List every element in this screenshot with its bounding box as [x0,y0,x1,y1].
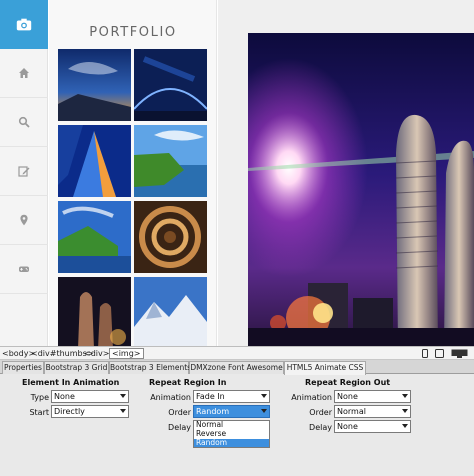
rail-button-edit[interactable] [0,147,48,196]
element-in-start-value: Directly [54,407,85,416]
chevron-down-icon [261,394,267,398]
repeat-out-animation-select[interactable]: None [334,390,411,403]
section-title-repeat-out: Repeat Region Out [305,378,391,387]
repeat-out-delay-label: Delay [309,423,332,432]
thumbnail-spiral-stairs[interactable] [134,201,207,273]
edit-icon [18,166,30,177]
rail-button-camera[interactable] [0,0,48,49]
mobile-view-icon[interactable] [422,349,428,358]
rail-button-home[interactable] [0,49,48,98]
thumbnail-island-sky[interactable] [58,201,131,273]
portfolio-column: PORTFOLIO [49,0,217,346]
chevron-down-icon [402,394,408,398]
repeat-out-animation-label: Animation [291,393,332,402]
section-title-element-in: Element In Animation [22,378,120,387]
chevron-down-icon [120,394,126,398]
repeat-out-delay-value: None [337,422,358,431]
tab-dmxzone-font-awesome[interactable]: DMXzone Font Awesome [189,361,284,374]
thumbnail-coast-sunset[interactable] [58,49,131,121]
desktop-view-icon[interactable] [451,349,468,358]
tab-html5-animate-css[interactable]: HTML5 Animate CSS [284,361,366,375]
thumbnail-glass-tower[interactable] [58,125,131,197]
chevron-down-icon [120,409,126,413]
gamepad-icon [19,266,29,272]
repeat-out-delay-select[interactable]: None [334,420,411,433]
repeat-in-animation-value: Fade In [196,392,225,401]
start-label: Start [29,408,49,417]
camera-icon [16,18,32,30]
thumbnail-towers-night[interactable] [58,277,131,346]
search-icon [18,116,30,128]
tablet-view-icon[interactable] [435,349,444,358]
home-icon [19,68,29,78]
icon-rail [0,0,48,346]
design-view: PORTFOLIO [0,0,474,346]
repeat-in-animation-select[interactable]: Fade In [193,390,270,403]
rail-button-blank [0,294,48,343]
repeat-in-order-value: Random [196,407,230,416]
repeat-in-delay-label: Delay [168,423,191,432]
rail-button-gamepad[interactable] [0,245,48,294]
repeat-in-order-select[interactable]: Random [193,405,270,418]
chevron-down-icon [402,424,408,428]
tag-selector-bar: <body> <div#thumbs> <div> <img> [0,346,474,360]
rail-button-search[interactable] [0,98,48,147]
repeat-out-order-label: Order [309,408,332,417]
thumbnail-green-cliff[interactable] [134,125,207,197]
thumbnail-bridge-night[interactable] [134,49,207,121]
preview-area [218,0,474,346]
rail-button-location[interactable] [0,196,48,245]
chevron-down-icon [261,409,267,413]
element-in-start-select[interactable]: Directly [51,405,129,418]
tag-img[interactable]: <img> [109,348,144,359]
thumbnail-snow-peaks[interactable] [134,277,207,346]
section-title-repeat-in: Repeat Region In [149,378,227,387]
element-in-type-value: None [54,392,75,401]
large-preview-image[interactable] [248,33,474,346]
chevron-down-icon [402,409,408,413]
type-label: Type [30,393,49,402]
tab-properties[interactable]: Properties [2,361,44,374]
order-option-random[interactable]: Random [194,438,269,448]
repeat-out-order-value: Normal [337,407,366,416]
order-dropdown-list: Normal Reverse Random [193,420,270,448]
portfolio-title: PORTFOLIO [89,25,177,40]
repeat-in-order-label: Order [168,408,191,417]
tag-div[interactable]: <div> [84,348,109,359]
tab-bootstrap-elements[interactable]: Bootstrap 3 Elements [109,361,191,374]
tab-bootstrap-grid[interactable]: Bootstrap 3 Grid [44,361,109,374]
repeat-out-order-select[interactable]: Normal [334,405,411,418]
repeat-in-animation-label: Animation [150,393,191,402]
element-in-type-select[interactable]: None [51,390,129,403]
location-pin-icon [20,214,28,226]
property-tabs: Properties Bootstrap 3 Grid Bootstrap 3 … [0,360,474,375]
repeat-out-animation-value: None [337,392,358,401]
